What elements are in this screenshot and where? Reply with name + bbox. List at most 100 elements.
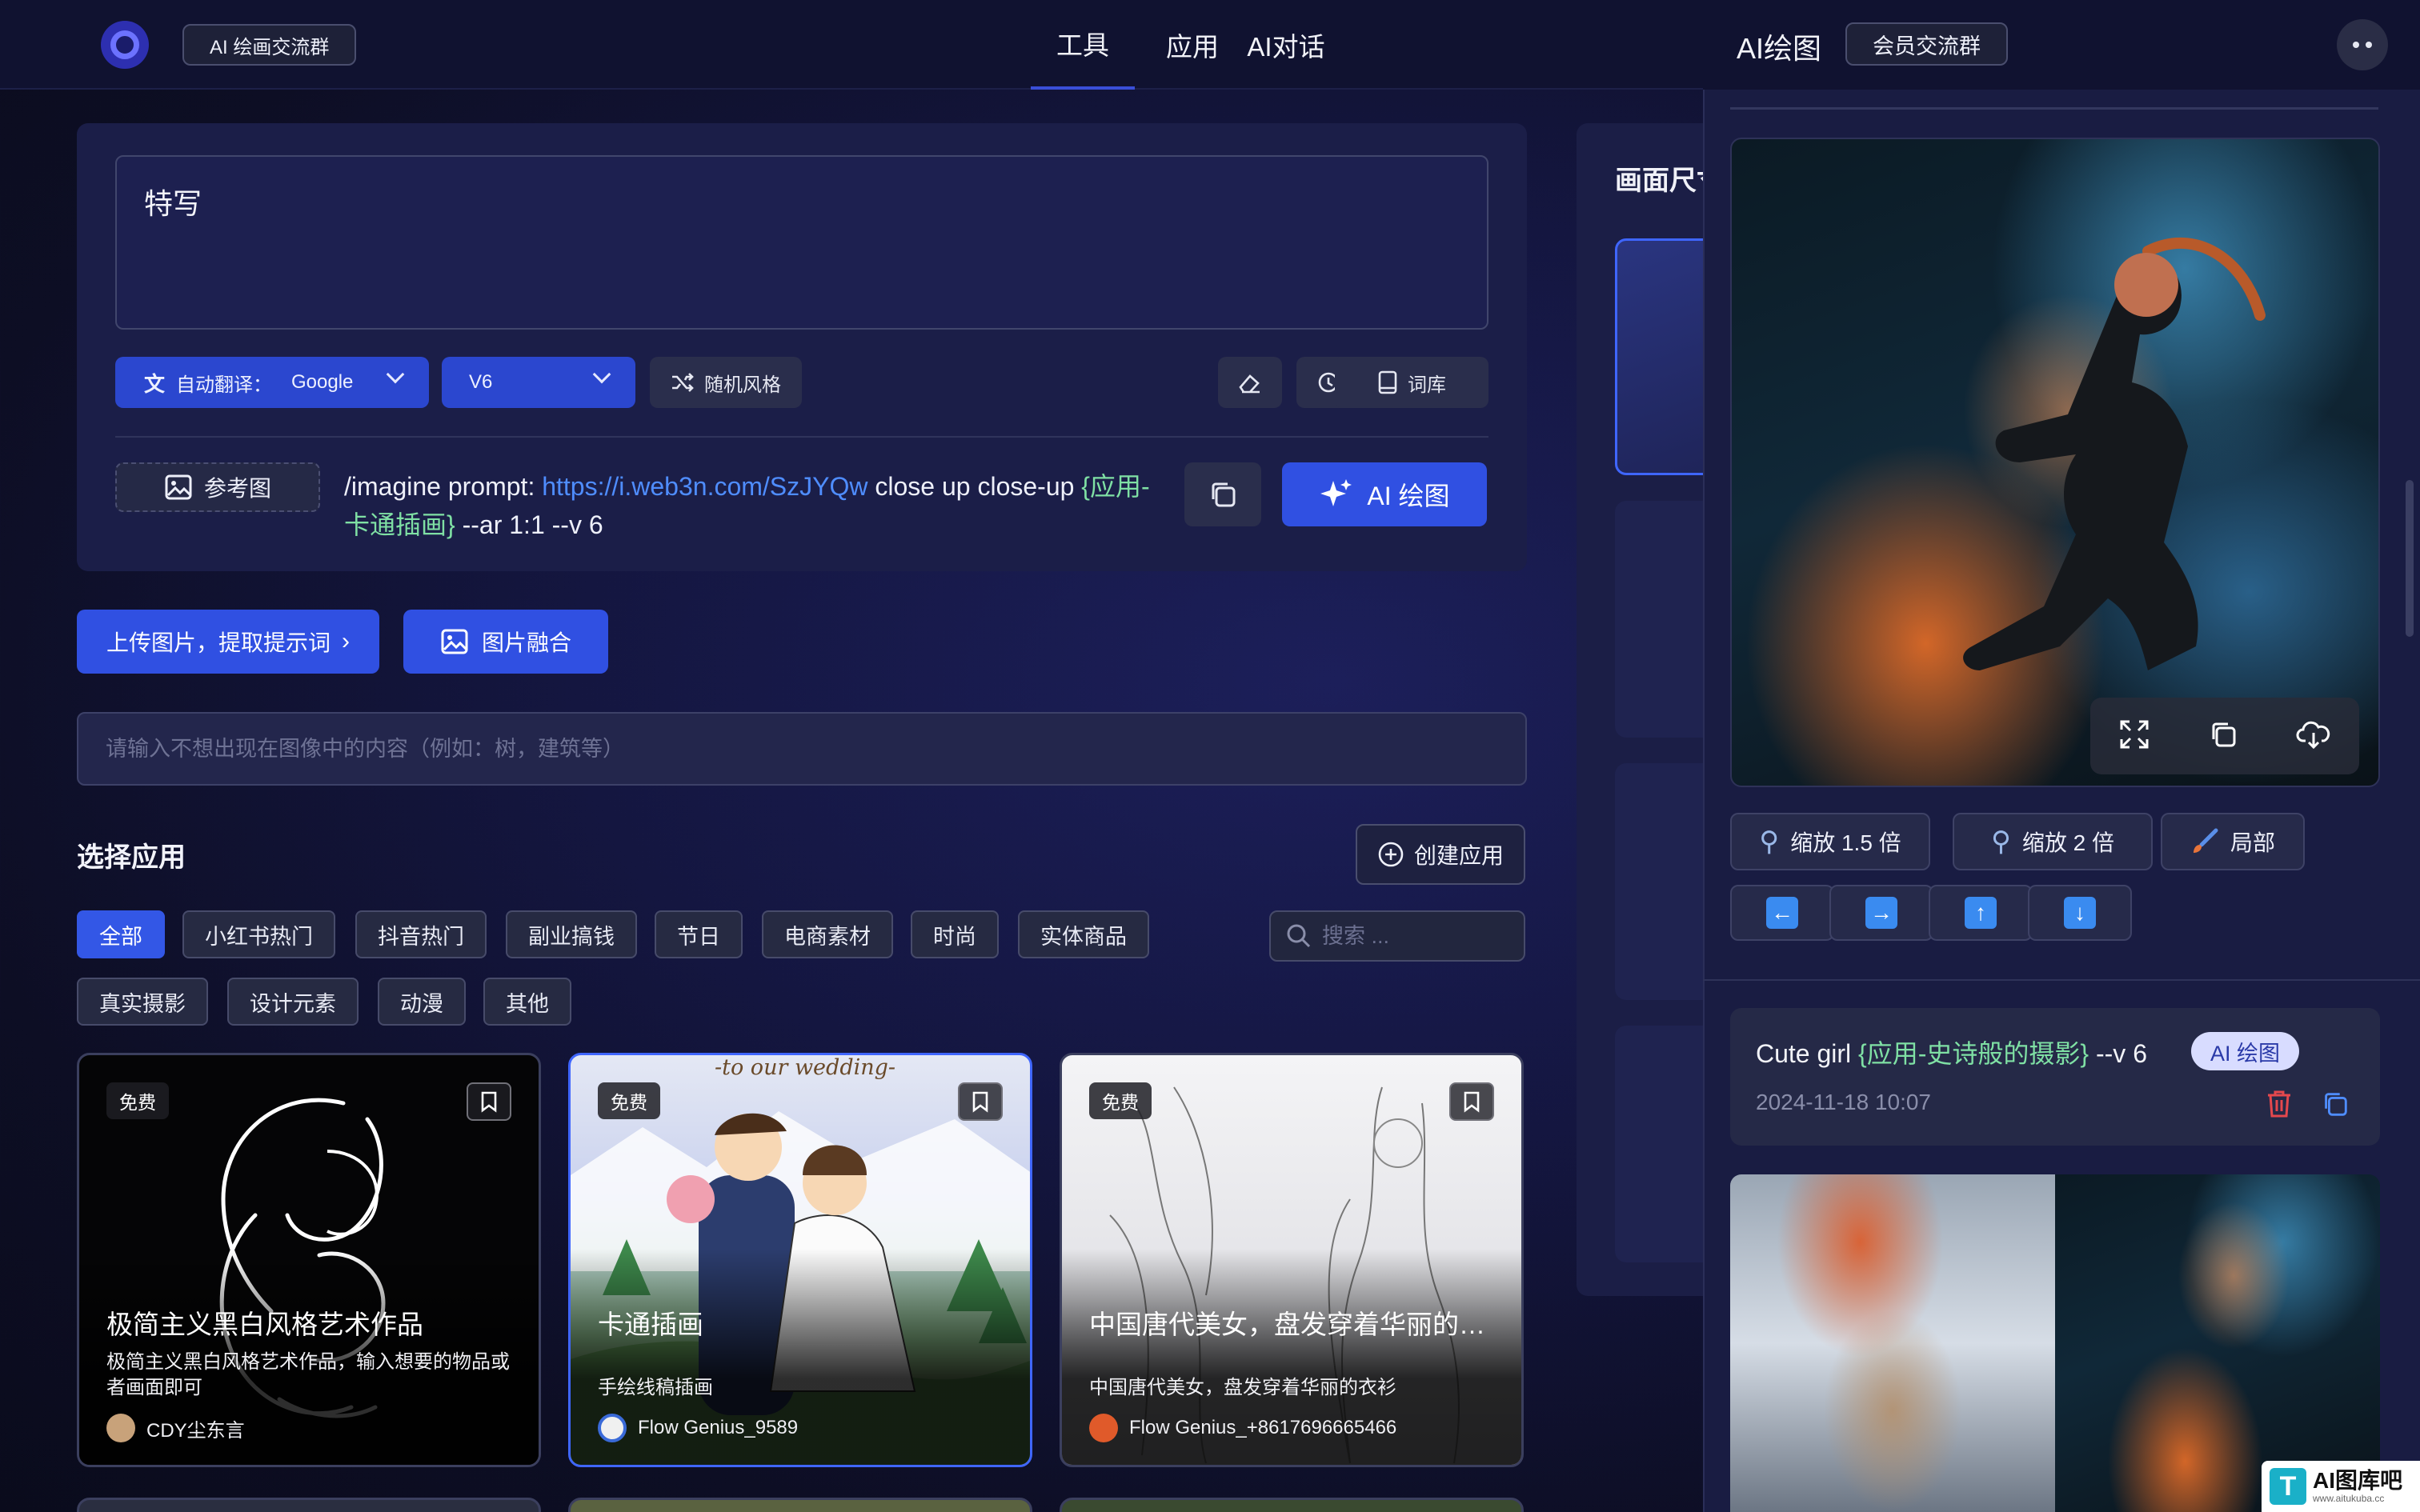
reference-image-button[interactable]: 参考图 bbox=[115, 462, 320, 512]
command-preview: /imagine prompt: https://i.web3n.com/SzJ… bbox=[344, 467, 1160, 544]
record-prompt: Cute girl {应用-史诗般的摄影} --v 6 bbox=[1756, 1034, 2147, 1070]
free-badge: 免费 bbox=[598, 1082, 660, 1119]
arrow-left-icon: ← bbox=[1766, 897, 1798, 929]
arrow-right-icon: → bbox=[1865, 897, 1897, 929]
partial-button[interactable]: 局部 bbox=[2161, 813, 2305, 870]
pan-left-button[interactable]: ← bbox=[1730, 885, 1834, 941]
random-style-button[interactable]: 随机风格 bbox=[650, 357, 802, 408]
app-card-peek[interactable] bbox=[77, 1498, 541, 1512]
image-fuse-button[interactable]: 图片融合 bbox=[403, 610, 608, 674]
copy-icon bbox=[1212, 482, 1236, 507]
delete-record-button[interactable] bbox=[2260, 1085, 2298, 1123]
member-group-button[interactable]: 会员交流群 bbox=[1845, 22, 2008, 66]
zoom-2-button[interactable]: ⚲ 缩放 2 倍 bbox=[1953, 813, 2153, 870]
section-title: 选择应用 bbox=[77, 842, 186, 873]
ai-group-button[interactable]: AI 绘画交流群 bbox=[182, 24, 357, 66]
app-card-peek[interactable] bbox=[568, 1498, 1032, 1512]
app-search[interactable] bbox=[1269, 910, 1525, 962]
record-prompt-text: Cute girl bbox=[1756, 1039, 1859, 1068]
magnifier-icon: ⚲ bbox=[1759, 826, 1780, 857]
translate-icon: 文 bbox=[144, 371, 166, 396]
search-input[interactable] bbox=[1322, 923, 1506, 949]
brush-icon bbox=[2193, 828, 2218, 853]
image-tools bbox=[2090, 698, 2359, 774]
cmd-link[interactable]: https://i.web3n.com/SzJYQw bbox=[542, 472, 867, 501]
category-xiaohongshu[interactable]: 小红书热门 bbox=[182, 910, 335, 958]
category-side-hustle[interactable]: 副业搞钱 bbox=[506, 910, 637, 958]
app-card-tang-beauty[interactable]: 免费 中国唐代美女，盘发穿着华丽的衣衫 中国唐代美女，盘发穿着华丽的衣衫 Flo… bbox=[1060, 1053, 1524, 1467]
zoom-2-label: 缩放 2 倍 bbox=[2021, 830, 2115, 855]
upload-extract-label: 上传图片，提取提示词 bbox=[106, 630, 331, 655]
pan-right-button[interactable]: → bbox=[1829, 885, 1933, 941]
cloud-download-icon bbox=[2296, 721, 2330, 749]
generated-image[interactable] bbox=[1730, 138, 2380, 787]
category-design[interactable]: 设计元素 bbox=[227, 978, 359, 1026]
app-card-minimalist[interactable]: 免费 极简主义黑白风格艺术作品 极简主义黑白风格艺术作品，输入想要的物品或者画面… bbox=[77, 1053, 541, 1467]
upload-extract-button[interactable]: 上传图片，提取提示词 › bbox=[77, 610, 379, 674]
card-author: CDY尘东言 bbox=[106, 1414, 245, 1442]
author-name: CDY尘东言 bbox=[146, 1419, 245, 1442]
category-anime[interactable]: 动漫 bbox=[378, 978, 466, 1026]
random-style-label: 随机风格 bbox=[704, 374, 781, 396]
dot-icon bbox=[2366, 42, 2372, 48]
lexicon-button[interactable]: 词库 bbox=[1335, 357, 1488, 408]
auto-translate-select[interactable]: 文 自动翻译： Google bbox=[115, 357, 429, 408]
pan-down-button[interactable]: ↓ bbox=[2028, 885, 2132, 941]
copy-record-button[interactable] bbox=[2316, 1085, 2354, 1123]
translate-label: 自动翻译： bbox=[176, 374, 273, 396]
free-badge: 免费 bbox=[106, 1082, 169, 1119]
nav-tab-apps[interactable]: 应用 bbox=[1152, 0, 1232, 90]
app-card-cartoon[interactable]: -to our wedding- 免费 卡通插画 手绘线稿插画 Flow Gen… bbox=[568, 1053, 1032, 1467]
zoom-1-5-label: 缩放 1.5 倍 bbox=[1790, 830, 1901, 855]
avatar bbox=[106, 1414, 135, 1442]
create-app-button[interactable]: 创建应用 bbox=[1356, 824, 1525, 885]
fullscreen-button[interactable] bbox=[2118, 718, 2150, 754]
chevron-down-icon bbox=[592, 365, 611, 384]
drawer-scrollbar[interactable] bbox=[2406, 480, 2414, 637]
card-author: Flow Genius_9589 bbox=[598, 1414, 798, 1442]
bookmark-button[interactable] bbox=[1449, 1082, 1494, 1121]
app-card-peek[interactable] bbox=[1060, 1498, 1524, 1512]
negative-prompt-input[interactable] bbox=[77, 712, 1527, 786]
history-record bbox=[1730, 1008, 2380, 1146]
card-title: 卡通插画 bbox=[598, 1310, 703, 1339]
copy-image-button[interactable] bbox=[2207, 718, 2239, 754]
category-products[interactable]: 实体商品 bbox=[1018, 910, 1149, 958]
app-logo[interactable] bbox=[101, 21, 149, 69]
zoom-1-5-button[interactable]: ⚲ 缩放 1.5 倍 bbox=[1730, 813, 1930, 870]
category-fashion[interactable]: 时尚 bbox=[911, 910, 999, 958]
category-festival[interactable]: 节日 bbox=[655, 910, 743, 958]
chevron-right-icon: › bbox=[342, 628, 350, 654]
category-all[interactable]: 全部 bbox=[77, 910, 165, 958]
record-type-tag: AI 绘图 bbox=[2191, 1032, 2300, 1070]
pan-up-button[interactable]: ↑ bbox=[1929, 885, 2033, 941]
nav-tab-tools[interactable]: 工具 bbox=[1031, 0, 1135, 90]
prompt-textarea[interactable]: 特写 bbox=[115, 155, 1488, 330]
download-button[interactable] bbox=[2296, 718, 2331, 754]
search-icon bbox=[1287, 924, 1311, 948]
record-app: {应用-史诗般的摄影} bbox=[1858, 1039, 2089, 1068]
nav-tab-ai-chat[interactable]: AI对话 bbox=[1242, 0, 1330, 90]
ai-draw-label: AI 绘图 bbox=[1367, 482, 1450, 510]
bookmark-button[interactable] bbox=[958, 1082, 1003, 1121]
shuffle-icon bbox=[672, 373, 694, 392]
partial-label: 局部 bbox=[2230, 830, 2275, 855]
category-douyin[interactable]: 抖音热门 bbox=[355, 910, 487, 958]
bookmark-button[interactable] bbox=[467, 1082, 511, 1121]
reference-image-label: 参考图 bbox=[203, 476, 271, 501]
grid-image-1[interactable] bbox=[1730, 1174, 2055, 1512]
category-other[interactable]: 其他 bbox=[483, 978, 571, 1026]
ai-draw-button[interactable]: AI 绘图 bbox=[1282, 462, 1487, 526]
drawer-separator bbox=[1703, 979, 2420, 981]
trash-icon bbox=[2268, 1090, 2290, 1118]
more-button[interactable] bbox=[2337, 19, 2388, 70]
author-name: Flow Genius_+8617696665466 bbox=[1129, 1417, 1397, 1438]
copy-command-button[interactable] bbox=[1184, 462, 1261, 526]
figure-silhouette bbox=[1963, 238, 2266, 670]
card-art-text: -to our wedding- bbox=[715, 1055, 896, 1080]
category-photography[interactable]: 真实摄影 bbox=[77, 978, 208, 1026]
clear-button[interactable] bbox=[1218, 357, 1282, 408]
category-ecommerce[interactable]: 电商素材 bbox=[762, 910, 893, 958]
logo-icon bbox=[110, 30, 139, 59]
version-select[interactable]: V6 bbox=[442, 357, 635, 408]
